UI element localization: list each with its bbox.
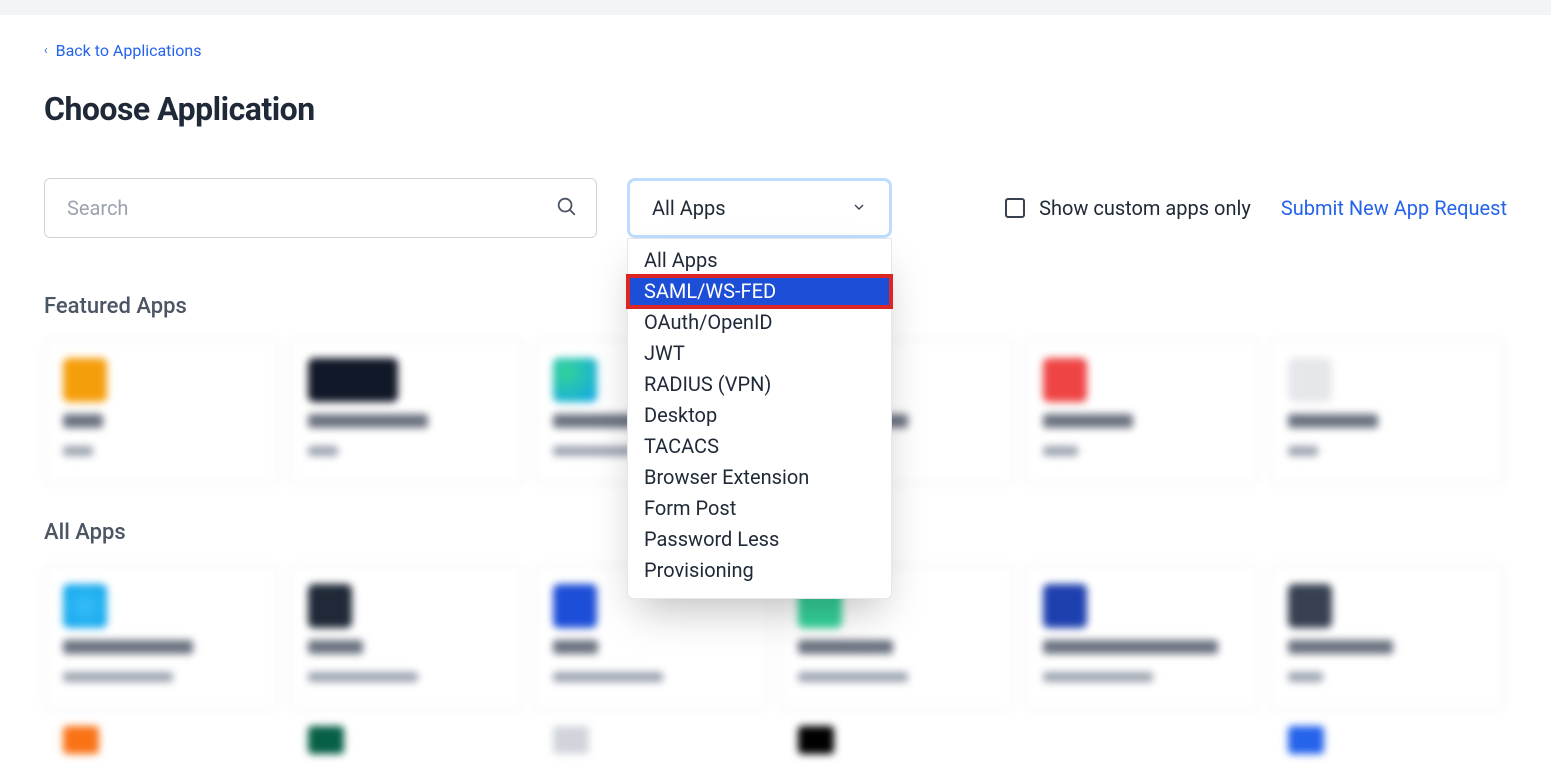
chevron-down-icon: [851, 196, 867, 220]
page-title: Choose Application: [44, 90, 1507, 128]
app-card[interactable]: [779, 720, 1014, 760]
filter-option-password-less[interactable]: Password Less: [628, 524, 891, 555]
filter-option-radius-vpn[interactable]: RADIUS (VPN): [628, 369, 891, 400]
page-container: ‹ Back to Applications Choose Applicatio…: [0, 15, 1551, 784]
app-card[interactable]: [289, 720, 524, 760]
filter-option-jwt[interactable]: JWT: [628, 338, 891, 369]
chevron-left-icon: ‹: [44, 43, 48, 57]
submit-new-app-request-link[interactable]: Submit New App Request: [1281, 196, 1507, 220]
filter-option-browser-extension[interactable]: Browser Extension: [628, 462, 891, 493]
show-custom-apps-label: Show custom apps only: [1039, 196, 1251, 220]
show-custom-apps-only-toggle[interactable]: Show custom apps only: [1005, 196, 1251, 220]
app-card[interactable]: [1269, 565, 1504, 710]
search-icon[interactable]: [555, 195, 577, 221]
back-to-applications-link[interactable]: ‹ Back to Applications: [44, 41, 202, 60]
search-wrap: [44, 178, 597, 238]
search-input[interactable]: [44, 178, 597, 238]
filter-option-all-apps[interactable]: All Apps: [628, 245, 891, 276]
filter-selected-label: All Apps: [652, 196, 726, 220]
app-card[interactable]: [1269, 339, 1504, 484]
back-link-label: Back to Applications: [56, 41, 202, 60]
app-card[interactable]: [1024, 339, 1259, 484]
app-card[interactable]: [534, 720, 769, 760]
filter-dropdown: All Apps SAML/WS-FED OAuth/OpenID JWT RA…: [627, 238, 892, 599]
filter-option-saml-ws-fed[interactable]: SAML/WS-FED: [628, 276, 891, 307]
app-card[interactable]: [289, 339, 524, 484]
filter-option-form-post[interactable]: Form Post: [628, 493, 891, 524]
filter-option-oauth-openid[interactable]: OAuth/OpenID: [628, 307, 891, 338]
filter-option-provisioning[interactable]: Provisioning: [628, 555, 891, 586]
filter-option-desktop[interactable]: Desktop: [628, 400, 891, 431]
right-controls: Show custom apps only Submit New App Req…: [1005, 196, 1507, 220]
checkbox-icon: [1005, 198, 1025, 218]
app-card[interactable]: [44, 339, 279, 484]
app-card[interactable]: [1024, 720, 1259, 760]
app-card[interactable]: [1269, 720, 1504, 760]
top-bar: [0, 0, 1551, 15]
controls-row: All Apps All Apps SAML/WS-FED OAuth/Open…: [44, 178, 1507, 238]
app-card[interactable]: [44, 720, 279, 760]
filter-select-button[interactable]: All Apps: [627, 178, 892, 238]
app-card[interactable]: [44, 565, 279, 710]
app-card[interactable]: [289, 565, 524, 710]
all-apps-grid-row2: [44, 720, 1507, 760]
app-card[interactable]: [1024, 565, 1259, 710]
filter-select[interactable]: All Apps All Apps SAML/WS-FED OAuth/Open…: [627, 178, 892, 238]
filter-option-tacacs[interactable]: TACACS: [628, 431, 891, 462]
